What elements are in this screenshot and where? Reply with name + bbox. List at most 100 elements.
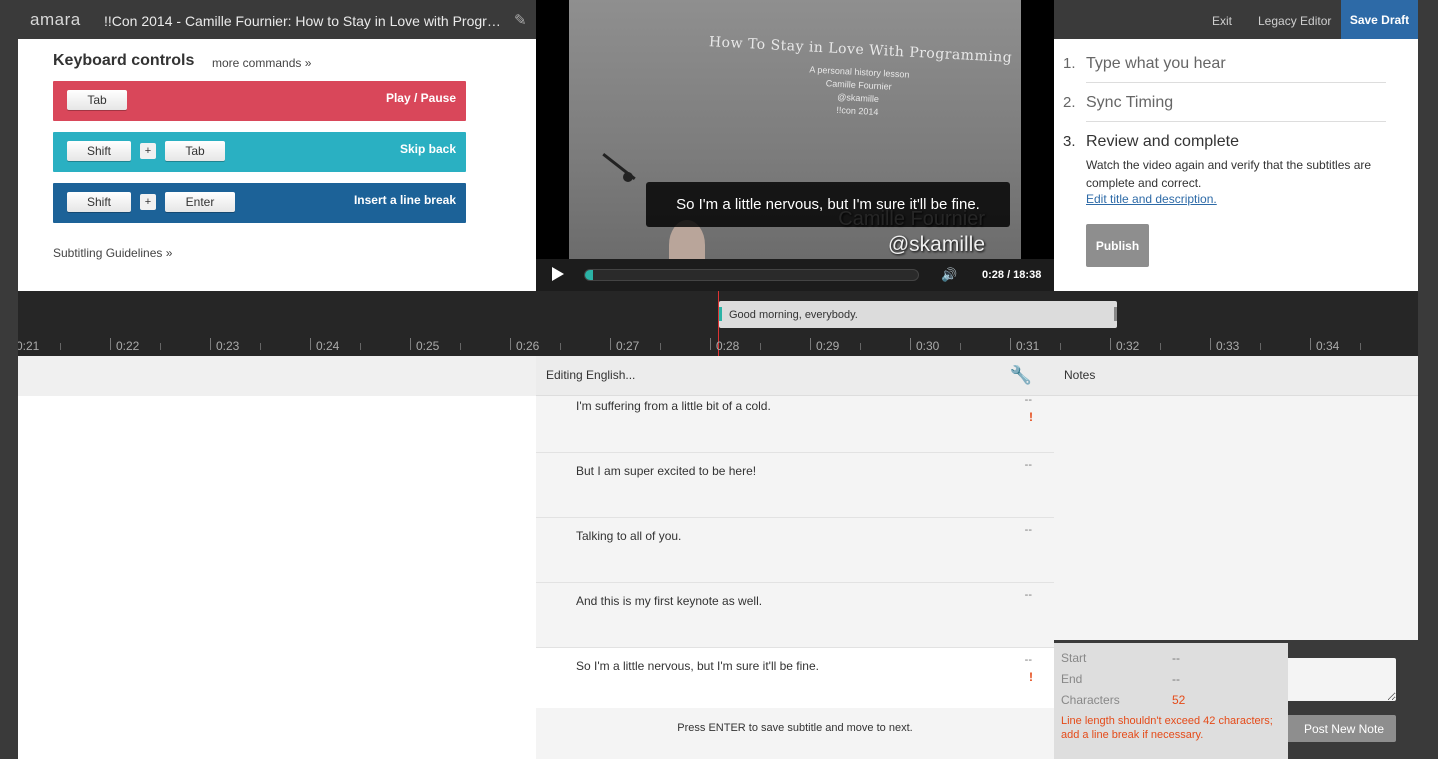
amara-logo[interactable]: amara [30, 10, 81, 30]
timeline-tick-label: 0:25 [416, 339, 440, 353]
plus-sign: + [140, 194, 156, 210]
subtitle-time: -- [1024, 589, 1032, 601]
speaker-handle-overlay: @skamille [887, 233, 985, 256]
timecode: 0:28 / 18:38 [982, 269, 1042, 281]
timeline-tick-label: 0:32 [1116, 339, 1140, 353]
legacy-editor-link[interactable]: Legacy Editor [1258, 14, 1331, 28]
post-new-note-button[interactable]: Post New Note [1285, 715, 1396, 742]
divider [1086, 82, 1386, 83]
timeline-minor-tick [260, 343, 261, 350]
subtitle-row[interactable]: I'm suffering from a little bit of a col… [536, 396, 1054, 453]
play-icon[interactable] [552, 267, 564, 281]
timeline-tick-label: 0:34 [1316, 339, 1340, 353]
keyboard-controls-title: Keyboard controls [53, 52, 195, 69]
start-label: Start [1061, 651, 1087, 665]
subtitle-text[interactable]: So I'm a little nervous, but I'm sure it… [576, 659, 819, 673]
microphone [623, 172, 633, 182]
edit-title-link[interactable]: Edit title and description. [1086, 192, 1217, 206]
notes-title: Notes [1064, 368, 1096, 382]
end-label: End [1061, 672, 1083, 686]
timeline-tick [810, 338, 811, 350]
shortcut-skip-back: Shift + Tab Skip back [53, 132, 466, 172]
warning-icon: ! [1029, 410, 1033, 424]
subtitle-row[interactable]: And this is my first keynote as well. -- [536, 583, 1054, 648]
editor-title: Editing English... [546, 368, 636, 382]
video-frame[interactable]: How To Stay in Love With Programming A p… [569, 0, 1021, 259]
editor-hint: Press ENTER to save subtitle and move to… [677, 722, 913, 734]
key-enter: Enter [165, 192, 235, 212]
subtitle-row[interactable]: But I am super excited to be here! -- [536, 453, 1054, 518]
volume-icon[interactable]: 🔊 [941, 267, 957, 283]
divider [1086, 121, 1386, 122]
timeline-minor-tick [860, 343, 861, 350]
note-input[interactable] [1285, 658, 1396, 701]
notes-header: Notes [1054, 356, 1418, 396]
timeline-tick [910, 338, 911, 350]
pencil-icon[interactable]: ✎ [514, 11, 532, 29]
subtitle-text[interactable]: But I am super excited to be here! [576, 464, 756, 478]
subtitle-text[interactable]: And this is my first keynote as well. [576, 594, 762, 608]
more-commands-link[interactable]: more commands » [212, 56, 311, 70]
save-draft-button[interactable]: Save Draft [1341, 0, 1418, 39]
timeline-tick-label: 0:31 [1016, 339, 1040, 353]
step-number: 2. [1063, 94, 1076, 111]
timeline-minor-tick [1160, 343, 1161, 350]
subtitle-info-popup: Start -- End -- Characters 52 Line lengt… [1054, 643, 1288, 759]
timeline-minor-tick [660, 343, 661, 350]
subtitle-time: -- [1024, 524, 1032, 536]
subtitle-row-current[interactable]: So I'm a little nervous, but I'm sure it… [536, 648, 1054, 708]
wrench-icon[interactable]: 🔧 [1010, 365, 1032, 386]
end-value: -- [1172, 672, 1180, 686]
reference-header [18, 356, 536, 396]
timeline-subtitle-block[interactable]: Good morning, everybody. [719, 301, 1117, 328]
timeline-tick-label: 0:23 [216, 339, 240, 353]
timeline-tick [1010, 338, 1011, 350]
subtitle-text[interactable]: I'm suffering from a little bit of a col… [576, 399, 771, 413]
subtitle-time: -- [1024, 396, 1032, 406]
video-controls: 🔊 0:28 / 18:38 [536, 259, 1054, 291]
progress-fill [585, 270, 594, 280]
timeline-tick [410, 338, 411, 350]
timeline-minor-tick [460, 343, 461, 350]
key-shift: Shift [67, 141, 131, 161]
progress-bar[interactable] [584, 269, 919, 281]
exit-link[interactable]: Exit [1212, 14, 1232, 28]
timeline-tick [1210, 338, 1211, 350]
step-label: Type what you hear [1086, 55, 1226, 72]
timeline-minor-tick [1260, 343, 1261, 350]
timeline-tick-label: 0:27 [616, 339, 640, 353]
video-title: !!Con 2014 - Camille Fournier: How to St… [104, 13, 504, 29]
subtitle-time: -- [1024, 459, 1032, 471]
timeline-minor-tick [760, 343, 761, 350]
timeline-tick [110, 338, 111, 350]
timeline-tick-label: 0:30 [916, 339, 940, 353]
timeline-tick-label: 0:33 [1216, 339, 1240, 353]
review-description: Watch the video again and verify that th… [1086, 158, 1372, 190]
reference-panel [18, 356, 536, 759]
line-length-warning: Line length shouldn't exceed 42 characte… [1061, 715, 1273, 741]
step-number: 1. [1063, 55, 1076, 72]
subtitle-text[interactable]: Talking to all of you. [576, 529, 681, 543]
video-player[interactable]: How To Stay in Love With Programming A p… [536, 0, 1054, 291]
timeline[interactable]: Good morning, everybody. 0:21 0:22 0:23 0:2… [18, 291, 1418, 356]
timeline-minor-tick [560, 343, 561, 350]
shortcut-line-break: Shift + Enter Insert a line break [53, 183, 466, 223]
workflow-panel: 1. Type what you hear 2. Sync Timing 3. … [1054, 39, 1418, 291]
key-tab: Tab [67, 90, 127, 110]
subtitling-guidelines-link[interactable]: Subtitling Guidelines » [53, 246, 172, 260]
publish-button[interactable]: Publish [1086, 224, 1149, 267]
subtitle-list: I'm suffering from a little bit of a col… [536, 396, 1054, 708]
editor-header: Editing English... 🔧 [536, 356, 1054, 396]
notes-panel: Notes [1054, 356, 1418, 640]
subtitle-caption: So I'm a little nervous, but I'm sure it… [646, 182, 1010, 227]
shortcut-label: Skip back [399, 142, 456, 156]
timeline-tick [510, 338, 511, 350]
timeline-tick [1310, 338, 1311, 350]
start-value: -- [1172, 651, 1180, 665]
warning-icon: ! [1029, 670, 1033, 684]
timeline-minor-tick [160, 343, 161, 350]
timeline-tick-label: 0:21 [18, 339, 40, 353]
timeline-minor-tick [60, 343, 61, 350]
subtitle-row[interactable]: Talking to all of you. -- [536, 518, 1054, 583]
shortcut-play-pause: Tab Play / Pause [53, 81, 466, 121]
